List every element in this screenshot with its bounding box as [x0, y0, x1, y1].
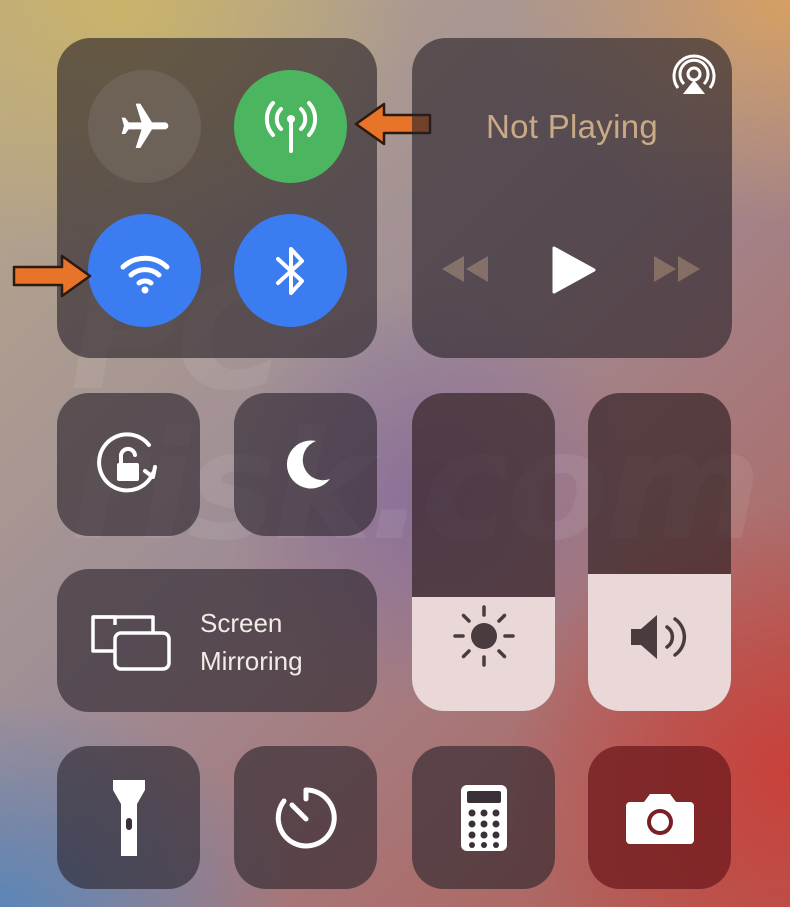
calculator-button[interactable]	[412, 746, 555, 889]
cellular-data-toggle[interactable]	[234, 70, 347, 183]
rotation-lock-icon	[96, 431, 157, 492]
screen-mirroring-label: Screen Mirroring	[200, 604, 303, 680]
bluetooth-icon	[275, 246, 304, 295]
speaker-icon	[630, 615, 686, 659]
screen-mirroring-label-line1: Screen	[200, 608, 283, 638]
timer-button[interactable]	[234, 746, 377, 889]
now-playing-status: Not Playing	[485, 108, 659, 145]
camera-icon	[625, 793, 694, 844]
fast-forward-icon[interactable]	[652, 254, 702, 284]
flashlight-button[interactable]	[57, 746, 200, 889]
calculator-icon	[460, 784, 507, 851]
camera-button[interactable]	[588, 746, 731, 889]
wifi-toggle[interactable]	[88, 214, 201, 327]
sun-icon	[452, 605, 515, 667]
play-icon[interactable]	[550, 246, 596, 294]
moon-icon	[286, 439, 330, 488]
wifi-icon	[120, 255, 169, 293]
screen-mirroring-icon	[91, 615, 171, 671]
airplay-icon[interactable]	[672, 54, 716, 98]
antenna-icon	[264, 100, 317, 153]
airplane-mode-toggle[interactable]	[88, 70, 201, 183]
volume-slider[interactable]	[588, 393, 731, 711]
do-not-disturb-toggle[interactable]	[234, 393, 377, 536]
screen-mirroring-label-line2: Mirroring	[200, 646, 303, 676]
bluetooth-toggle[interactable]	[234, 214, 347, 327]
timer-icon	[275, 786, 337, 848]
annotation-arrow-wifi	[12, 254, 92, 298]
flashlight-icon	[112, 779, 145, 856]
rewind-icon[interactable]	[440, 254, 490, 284]
airplane-icon	[121, 103, 168, 148]
brightness-slider[interactable]	[412, 393, 555, 711]
orientation-lock-toggle[interactable]	[57, 393, 200, 536]
